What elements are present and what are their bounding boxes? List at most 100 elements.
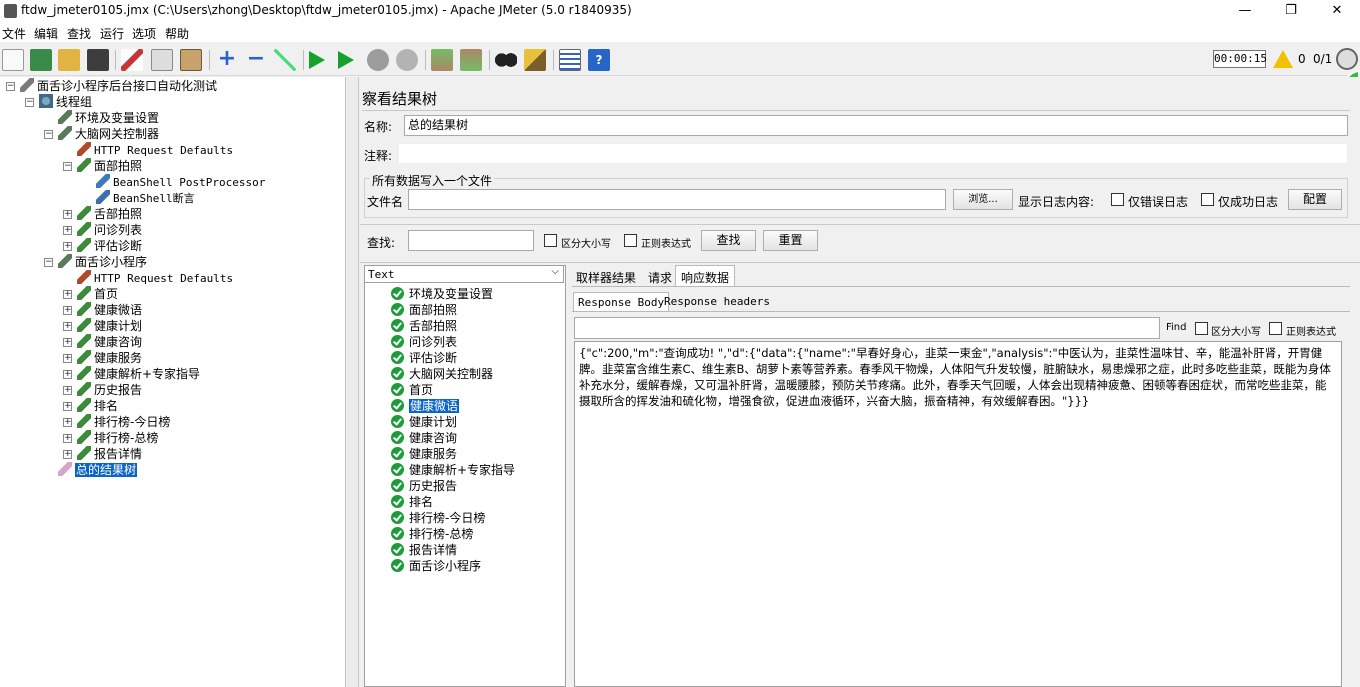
results-list[interactable]: 环境及变量设置 面部拍照 舌部拍照 问诊列表 评估诊断 大脑网关控制器 首页 健康微语 健康计划… xyxy=(364,265,566,687)
menu-run[interactable]: 运行 xyxy=(100,25,124,42)
regex-checkbox[interactable] xyxy=(624,234,637,247)
open-icon[interactable] xyxy=(58,49,80,71)
tree-expander-icon[interactable]: + xyxy=(63,338,72,347)
tree-expander-icon[interactable]: + xyxy=(63,434,72,443)
menu-file[interactable]: 文件 xyxy=(2,25,26,42)
function-helper-icon[interactable] xyxy=(559,49,581,71)
tree-node[interactable]: HTTP Request Defaults xyxy=(77,142,233,158)
save-icon[interactable] xyxy=(87,49,109,71)
result-item[interactable]: 排行榜-总榜 xyxy=(391,526,473,542)
subtab-response-body[interactable]: Response Body xyxy=(573,292,670,312)
tree-node[interactable]: 健康计划 xyxy=(77,318,142,334)
response-regex-checkbox[interactable] xyxy=(1269,322,1282,335)
tree-expander-icon[interactable]: + xyxy=(63,354,72,363)
result-item[interactable]: 面舌诊小程序 xyxy=(391,558,481,574)
tree-node[interactable]: 面舌诊小程序后台接口自动化测试 xyxy=(20,78,217,94)
tree-expander-icon[interactable]: − xyxy=(6,82,15,91)
cut-icon[interactable] xyxy=(121,49,143,71)
close-button[interactable]: ✕ xyxy=(1314,0,1360,22)
renderer-select[interactable]: Text ⌵ xyxy=(364,265,564,283)
tree-expander-icon[interactable]: − xyxy=(44,258,53,267)
shutdown-icon[interactable] xyxy=(396,49,418,71)
tree-node[interactable]: 历史报告 xyxy=(77,382,142,398)
menu-help[interactable]: 帮助 xyxy=(165,25,189,42)
result-item[interactable]: 问诊列表 xyxy=(391,334,457,350)
warning-icon[interactable] xyxy=(1273,50,1293,68)
result-item[interactable]: 舌部拍照 xyxy=(391,318,457,334)
tree-expander-icon[interactable]: + xyxy=(63,370,72,379)
result-item[interactable]: 环境及变量设置 xyxy=(391,286,493,302)
menu-search[interactable]: 查找 xyxy=(67,25,91,42)
response-find-field[interactable] xyxy=(574,317,1160,339)
tree-node[interactable]: 面部拍照 xyxy=(77,158,142,174)
tree-node[interactable]: BeanShell PostProcessor xyxy=(96,174,265,190)
tree-expander-icon[interactable]: + xyxy=(63,210,72,219)
response-body-text[interactable]: {"c":200,"m":"查询成功! ","d":{"data":{"name… xyxy=(579,345,1337,409)
menu-options[interactable]: 选项 xyxy=(132,25,156,42)
tree-node[interactable]: 线程组 xyxy=(39,94,92,110)
tree-node[interactable]: 舌部拍照 xyxy=(77,206,142,222)
new-icon[interactable] xyxy=(2,49,24,71)
tree-expander-icon[interactable]: + xyxy=(63,450,72,459)
tree-expander-icon[interactable]: + xyxy=(63,226,72,235)
result-item[interactable]: 评估诊断 xyxy=(391,350,457,366)
tree-node[interactable]: 健康服务 xyxy=(77,350,142,366)
response-case-checkbox[interactable] xyxy=(1195,322,1208,335)
tree-node[interactable]: 大脑网关控制器 xyxy=(58,126,159,142)
stop-icon[interactable] xyxy=(367,49,389,71)
browse-button[interactable]: 浏览... xyxy=(953,189,1013,210)
case-sensitive-checkbox[interactable] xyxy=(544,234,557,247)
reset-search-icon[interactable] xyxy=(524,49,546,71)
tree-node[interactable]: 排行榜-总榜 xyxy=(77,430,158,446)
tree-expander-icon[interactable]: + xyxy=(63,242,72,251)
tree-node[interactable]: 首页 xyxy=(77,286,118,302)
result-item[interactable]: 健康计划 xyxy=(391,414,457,430)
tree-expander-icon[interactable]: + xyxy=(63,322,72,331)
horizontal-splitter-2[interactable] xyxy=(360,257,1360,263)
tree-node[interactable]: BeanShell断言 xyxy=(96,190,195,206)
tree-expander-icon[interactable]: − xyxy=(63,162,72,171)
tree-node[interactable]: 健康咨询 xyxy=(77,334,142,350)
templates-icon[interactable] xyxy=(30,49,52,71)
result-item[interactable]: 报告详情 xyxy=(391,542,457,558)
result-item[interactable]: 健康咨询 xyxy=(391,430,457,446)
pane-splitter[interactable] xyxy=(347,77,359,687)
errors-only-checkbox[interactable] xyxy=(1111,193,1124,206)
tree-node[interactable]: 健康解析+专家指导 xyxy=(77,366,200,382)
tree-node[interactable]: 排名 xyxy=(77,398,118,414)
minimize-button[interactable]: — xyxy=(1222,0,1268,22)
filename-field[interactable] xyxy=(408,189,946,210)
find-button[interactable]: 查找 xyxy=(701,230,756,251)
tree-expander-icon[interactable]: + xyxy=(63,386,72,395)
name-field[interactable]: 总的结果树 xyxy=(404,115,1348,136)
clear-all-icon[interactable] xyxy=(460,49,482,71)
tree-expander-icon[interactable]: + xyxy=(63,402,72,411)
tab-sampler-result[interactable]: 取样器结果 xyxy=(576,269,636,286)
test-plan-tree[interactable]: 面舌诊小程序后台接口自动化测试 − 线程组 − 环境及变量设置 大脑网关控制器 − HTTP … xyxy=(0,77,346,687)
copy-icon[interactable] xyxy=(151,49,173,71)
expand-icon[interactable]: + xyxy=(216,48,238,71)
restore-button[interactable]: ❐ xyxy=(1268,0,1314,22)
tree-node[interactable]: 环境及变量设置 xyxy=(58,110,159,126)
tree-node[interactable]: 问诊列表 xyxy=(77,222,142,238)
tree-expander-icon[interactable]: − xyxy=(44,130,53,139)
comment-field[interactable] xyxy=(398,143,1348,164)
start-icon[interactable] xyxy=(309,51,325,69)
search-field[interactable] xyxy=(408,230,534,251)
tree-node[interactable]: 总的结果树 xyxy=(58,462,138,478)
tree-node[interactable]: HTTP Request Defaults xyxy=(77,270,233,286)
result-item[interactable]: 大脑网关控制器 xyxy=(391,366,493,382)
subtab-response-headers[interactable]: Response headers xyxy=(664,295,770,308)
result-item[interactable]: 排行榜-今日榜 xyxy=(391,510,485,526)
success-only-checkbox[interactable] xyxy=(1201,193,1214,206)
tree-node[interactable]: 报告详情 xyxy=(77,446,142,462)
reset-button[interactable]: 重置 xyxy=(763,230,818,251)
menu-edit[interactable]: 编辑 xyxy=(34,25,58,42)
result-item[interactable]: 健康服务 xyxy=(391,446,457,462)
tree-expander-icon[interactable]: + xyxy=(63,290,72,299)
start-no-pause-icon[interactable] xyxy=(338,51,354,69)
result-item[interactable]: 面部拍照 xyxy=(391,302,457,318)
tree-expander-icon[interactable]: + xyxy=(63,306,72,315)
tree-expander-icon[interactable]: + xyxy=(63,418,72,427)
horizontal-splitter[interactable] xyxy=(360,217,1360,225)
